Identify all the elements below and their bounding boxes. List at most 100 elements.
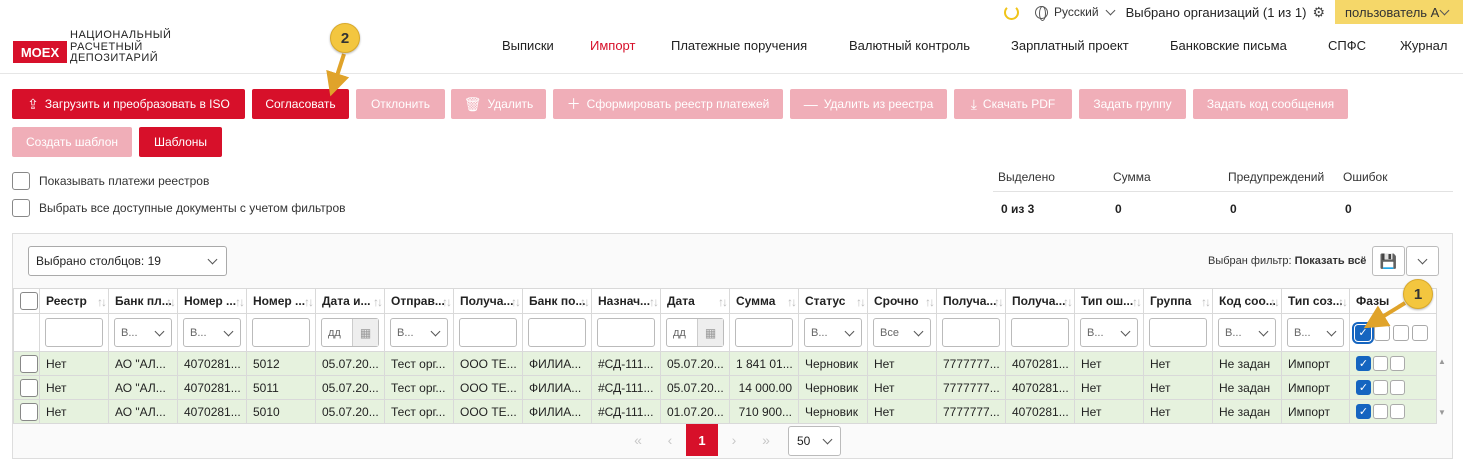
sort-icon[interactable]: ↑↓ — [511, 295, 521, 309]
column-header[interactable]: Получа... ↑↓ — [1005, 288, 1075, 314]
nav-item-salary-project[interactable]: Зарплатный проект — [1011, 38, 1129, 53]
phase-filter-checkbox[interactable] — [1393, 324, 1409, 341]
column-header[interactable]: Код соо... ↑↓ — [1212, 288, 1282, 314]
calendar-icon[interactable]: ▦ — [352, 319, 378, 346]
sort-icon[interactable]: ↑↓ — [856, 295, 866, 309]
form-registry-button[interactable]: ＋ Сформировать реестр платежей — [553, 89, 783, 119]
column-header[interactable]: Назнач... ↑↓ — [591, 288, 661, 314]
column-header[interactable]: Банк пл... ↑↓ — [108, 288, 178, 314]
scroll-up-icon[interactable]: ▲ — [1438, 357, 1446, 366]
expand-filter-button[interactable] — [1406, 246, 1439, 276]
sort-icon[interactable]: ↑↓ — [235, 295, 245, 309]
filter-text-input[interactable] — [45, 318, 103, 347]
row-checkbox[interactable] — [20, 354, 38, 373]
filter-text-input[interactable] — [1011, 318, 1069, 347]
filter-select[interactable]: В... — [804, 318, 862, 347]
check-icon[interactable]: ✓ — [1352, 321, 1374, 344]
language-selector[interactable]: Русский — [1054, 5, 1099, 19]
filter-text-input[interactable] — [459, 318, 517, 347]
calendar-icon[interactable]: ▦ — [697, 319, 723, 346]
filter-select[interactable]: В... — [1080, 318, 1138, 347]
sort-icon[interactable]: ↑↓ — [925, 295, 935, 309]
filter-select[interactable]: В... — [183, 318, 241, 347]
filter-select[interactable]: Все — [873, 318, 931, 347]
download-pdf-button[interactable]: ⤓ Скачать PDF — [954, 89, 1072, 119]
upload-convert-button[interactable]: ⇪ Загрузить и преобразовать в ISO — [12, 89, 245, 119]
chevron-down-icon[interactable] — [1105, 5, 1116, 16]
phase-filter-checkbox[interactable] — [1412, 324, 1428, 341]
column-header[interactable]: Срочно ↑↓ — [867, 288, 937, 314]
row-select-cell[interactable] — [13, 375, 40, 400]
last-page-icon[interactable]: » — [750, 432, 782, 448]
sort-icon[interactable]: ↑↓ — [580, 295, 590, 309]
sort-icon[interactable]: ↑↓ — [1132, 295, 1142, 309]
sort-icon[interactable]: ↑↓ — [1063, 295, 1073, 309]
user-menu[interactable]: пользователь А — [1335, 0, 1463, 24]
show-registry-checkbox[interactable] — [12, 172, 30, 190]
columns-selector[interactable]: Выбрано столбцов: 19 — [28, 246, 227, 276]
set-group-button[interactable]: Задать группу — [1079, 89, 1186, 119]
column-header[interactable]: Тип ош... ↑↓ — [1074, 288, 1144, 314]
page-size-select[interactable]: 50 — [788, 426, 841, 456]
sort-icon[interactable]: ↑↓ — [442, 295, 452, 309]
filter-select[interactable]: В... — [390, 318, 448, 347]
row-select-cell[interactable] — [13, 351, 40, 376]
row-select-cell[interactable] — [13, 399, 40, 424]
show-registry-option[interactable]: Показывать платежи реестров — [12, 172, 209, 190]
save-filter-button[interactable]: 💾 — [1372, 246, 1405, 276]
table-row[interactable]: Нет АО "АЛ... 4070281... 5010 05.07.20... Тес… — [13, 399, 1437, 424]
column-header[interactable]: Группа ↑↓ — [1143, 288, 1213, 314]
approve-button[interactable]: Согласовать — [252, 89, 349, 119]
filter-text-input[interactable] — [1149, 318, 1207, 347]
phase-filter-checkbox[interactable] — [1374, 324, 1390, 341]
nav-item-payment-orders[interactable]: Платежные поручения — [671, 38, 807, 53]
sort-icon[interactable]: ↑↓ — [373, 295, 383, 309]
filter-date-input[interactable]: дд ▦ — [666, 318, 724, 347]
select-all-rows-cell[interactable] — [13, 288, 40, 314]
filter-text-input[interactable] — [597, 318, 655, 347]
column-header[interactable]: Статус ↑↓ — [798, 288, 868, 314]
column-header[interactable]: Банк по... ↑↓ — [522, 288, 592, 314]
reject-button[interactable]: Отклонить — [356, 89, 445, 119]
set-message-code-button[interactable]: Задать код сообщения — [1193, 89, 1348, 119]
delete-button[interactable]: 🗑 Удалить — [451, 89, 546, 119]
templates-button[interactable]: Шаблоны — [139, 127, 222, 157]
create-template-button[interactable]: Создать шаблон — [12, 127, 132, 157]
scroll-down-icon[interactable]: ▼ — [1438, 408, 1446, 417]
column-header[interactable]: Сумма ↑↓ — [729, 288, 799, 314]
filter-select[interactable]: В... — [1218, 318, 1276, 347]
sort-icon[interactable]: ↑↓ — [1270, 295, 1280, 309]
filter-text-input[interactable] — [735, 318, 793, 347]
sort-icon[interactable]: ↑↓ — [994, 295, 1004, 309]
select-all-checkbox[interactable] — [12, 199, 30, 217]
column-header[interactable]: Номер ... ↑↓ — [246, 288, 316, 314]
sort-icon[interactable]: ↑↓ — [718, 295, 728, 309]
nav-item-currency-control[interactable]: Валютный контроль — [849, 38, 970, 53]
sort-icon[interactable]: ↑↓ — [166, 295, 176, 309]
prev-page-icon[interactable]: ‹ — [654, 432, 686, 448]
sort-icon[interactable]: ↑↓ — [1338, 295, 1348, 309]
table-row[interactable]: Нет АО "АЛ... 4070281... 5011 05.07.20... Тес… — [13, 375, 1437, 400]
column-header[interactable]: Получа... ↑↓ — [936, 288, 1006, 314]
next-page-icon[interactable]: › — [718, 432, 750, 448]
sort-icon[interactable]: ↑↓ — [97, 295, 107, 309]
org-selector[interactable]: Выбрано организаций (1 из 1) — [1126, 5, 1307, 20]
column-header[interactable]: Номер ... ↑↓ — [177, 288, 247, 314]
row-checkbox[interactable] — [20, 402, 38, 421]
table-row[interactable]: Нет АО "АЛ... 4070281... 5012 05.07.20... Тес… — [13, 351, 1437, 376]
column-header[interactable]: Дата и... ↑↓ — [315, 288, 385, 314]
column-header[interactable]: Тип соз... ↑↓ — [1281, 288, 1350, 314]
page-current[interactable]: 1 — [686, 424, 718, 456]
nav-item-bank-letters[interactable]: Банковские письма — [1170, 38, 1287, 53]
sort-icon[interactable]: ↑↓ — [304, 295, 314, 309]
filter-select[interactable]: В... — [114, 318, 172, 347]
column-header[interactable]: Получа... ↑↓ — [453, 288, 523, 314]
phase-filter[interactable]: ✓ — [1352, 321, 1431, 344]
column-header[interactable]: Отправ... ↑↓ — [384, 288, 454, 314]
header-checkbox[interactable] — [20, 292, 38, 310]
first-page-icon[interactable]: « — [622, 432, 654, 448]
sort-icon[interactable]: ↑↓ — [787, 295, 797, 309]
nav-item-journal[interactable]: Журнал — [1400, 38, 1447, 53]
column-header[interactable]: Реестр ↑↓ — [39, 288, 109, 314]
row-checkbox[interactable] — [20, 378, 38, 397]
